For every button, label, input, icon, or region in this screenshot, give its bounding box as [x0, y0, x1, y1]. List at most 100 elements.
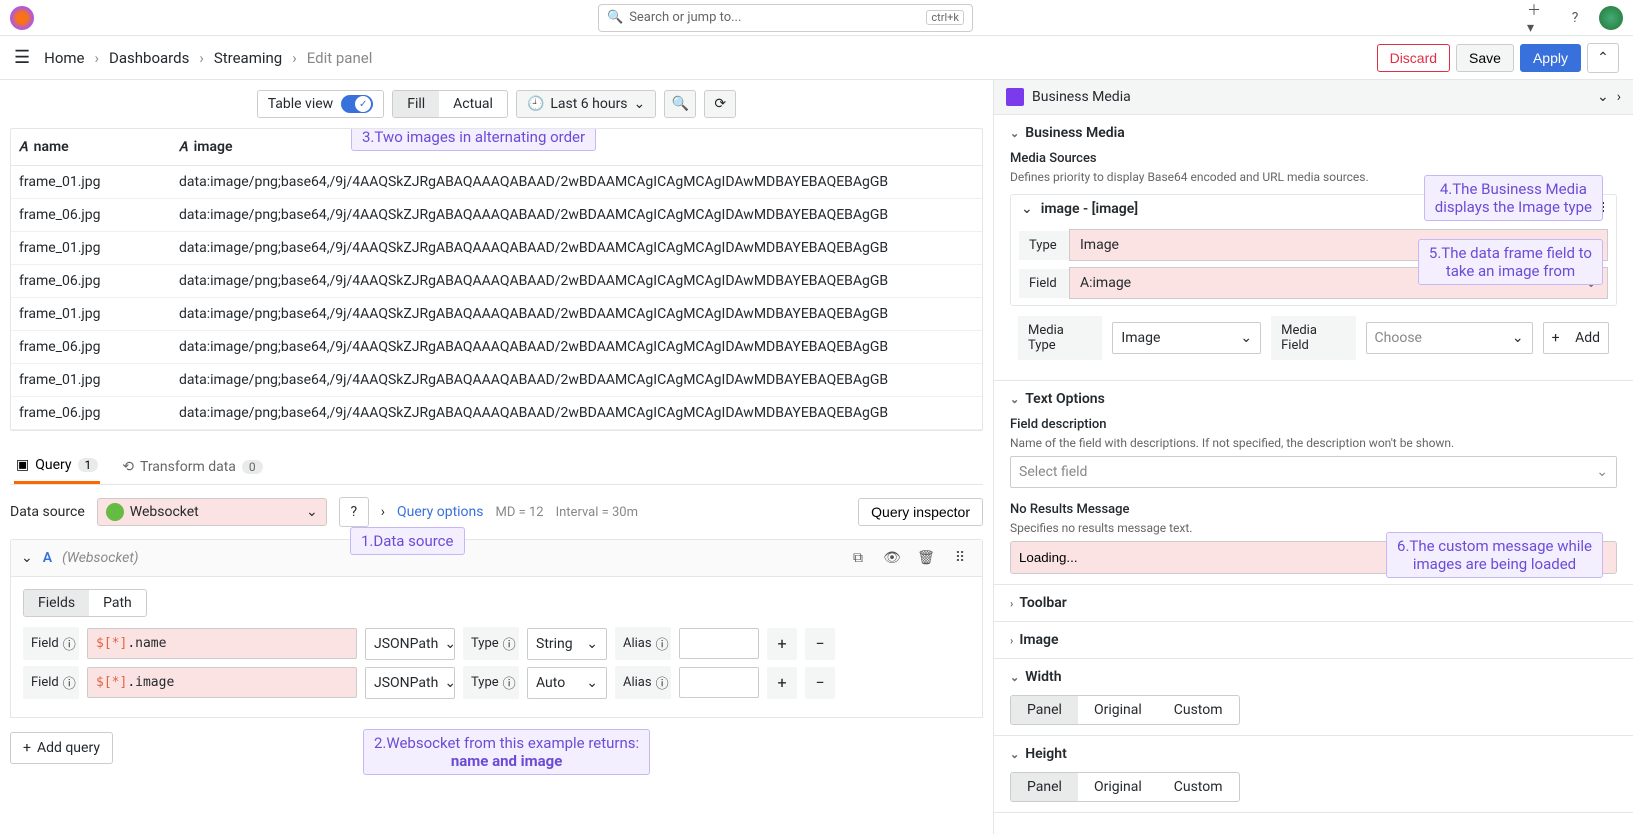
media-type-select[interactable]: Image⌄: [1112, 322, 1261, 354]
type-select-1[interactable]: String⌄: [527, 628, 607, 660]
media-field-label: Media Field: [1271, 316, 1355, 360]
parser-select-2[interactable]: JSONPath⌄: [365, 667, 455, 699]
alias-input-1[interactable]: [679, 628, 759, 659]
add-field-1[interactable]: +: [767, 628, 797, 660]
table-row: frame_06.jpgdata:image/png;base64,/9j/4A…: [11, 331, 982, 364]
cell-name: frame_06.jpg: [11, 397, 171, 429]
drag-handle-icon[interactable]: ⠿: [948, 546, 972, 570]
height-original[interactable]: Original: [1078, 773, 1158, 801]
search-kbd: ctrl+k: [926, 10, 964, 25]
add-field-2[interactable]: +: [767, 667, 797, 699]
time-range-picker[interactable]: 🕘 Last 6 hours ⌄: [516, 90, 656, 118]
table-view-toggle-group: Table view: [257, 90, 385, 118]
chevron-down-icon[interactable]: ⌄: [1597, 89, 1609, 105]
add-media-button[interactable]: + Add: [1543, 322, 1609, 354]
visualization-icon: [1006, 88, 1024, 106]
annotation-2: 2.Websocket from this example returns:na…: [363, 729, 650, 775]
table-view-label: Table view: [268, 96, 334, 112]
cell-name: frame_06.jpg: [11, 199, 171, 231]
duplicate-icon[interactable]: ⧉: [846, 546, 870, 570]
user-avatar[interactable]: [1599, 6, 1623, 30]
app-logo[interactable]: [10, 6, 34, 30]
tab-query[interactable]: ▣ Query 1: [14, 449, 100, 484]
height-panel[interactable]: Panel: [1011, 773, 1078, 801]
query-inspector-button[interactable]: Query inspector: [858, 498, 983, 526]
cell-image: data:image/png;base64,/9j/4AAQSkZJRgABAQ…: [171, 331, 982, 363]
remove-field-2[interactable]: −: [805, 667, 835, 699]
search-placeholder: Search or jump to...: [629, 10, 741, 25]
field-label: Fieldⓘ: [23, 666, 79, 699]
width-custom[interactable]: Custom: [1158, 696, 1239, 724]
field-desc-label: Field description: [1010, 417, 1617, 432]
section-image[interactable]: ›Image: [1010, 632, 1617, 648]
crumb-home[interactable]: Home: [44, 49, 84, 67]
parser-select-1[interactable]: JSONPath⌄: [365, 628, 455, 660]
field-input-2[interactable]: $[*].image: [87, 667, 357, 698]
menu-toggle[interactable]: ☰: [14, 47, 30, 68]
section-height[interactable]: ⌄Height: [1010, 746, 1617, 762]
zoom-out-icon: 🔍: [672, 96, 689, 112]
apply-button[interactable]: Apply: [1520, 44, 1581, 72]
discard-button[interactable]: Discard: [1377, 44, 1450, 72]
field-desc-select[interactable]: Select field⌄: [1010, 456, 1617, 488]
add-query-button[interactable]: + Add query: [10, 732, 113, 764]
table-view-toggle[interactable]: [341, 95, 373, 113]
plus-icon: +: [23, 740, 31, 756]
cell-image: data:image/png;base64,/9j/4AAQSkZJRgABAQ…: [171, 265, 982, 297]
subtab-fields[interactable]: Fields: [24, 590, 89, 616]
datasource-label: Data source: [10, 504, 85, 520]
type-label: Typeⓘ: [463, 666, 519, 699]
transform-icon: ⟲: [122, 459, 134, 475]
add-menu[interactable]: ＋ ▾: [1527, 6, 1551, 30]
section-business-media[interactable]: ⌄Business Media: [1010, 125, 1617, 141]
height-custom[interactable]: Custom: [1158, 773, 1239, 801]
alias-input-2[interactable]: [679, 667, 759, 698]
toggle-visibility-icon[interactable]: 👁: [880, 546, 904, 570]
cell-name: frame_06.jpg: [11, 331, 171, 363]
chevron-right-icon[interactable]: ›: [1617, 89, 1621, 105]
section-toolbar[interactable]: ›Toolbar: [1010, 595, 1617, 611]
nrm-label: No Results Message: [1010, 502, 1617, 517]
chevron-down-icon: ⌄: [306, 504, 318, 520]
cell-image: data:image/png;base64,/9j/4AAQSkZJRgABAQ…: [171, 166, 982, 198]
annotation-1: 1.Data source: [350, 527, 465, 555]
refresh-icon: ⟳: [714, 96, 726, 112]
query-a-header[interactable]: ⌄ A (Websocket) ⧉ 👁 🗑 ⠿: [10, 539, 983, 577]
zoom-out-button[interactable]: 🔍: [664, 90, 696, 118]
refresh-button[interactable]: ⟳: [704, 90, 736, 118]
help-icon[interactable]: ?: [1563, 6, 1587, 30]
query-options-link[interactable]: Query options: [397, 504, 484, 520]
width-original[interactable]: Original: [1078, 696, 1158, 724]
search-icon: 🔍: [607, 10, 623, 25]
seg-fill[interactable]: Fill: [393, 91, 439, 117]
help-icon: ?: [350, 504, 357, 520]
collapse-sidepanel[interactable]: ⌃: [1587, 43, 1619, 73]
crumb-dashboards[interactable]: Dashboards: [109, 49, 189, 67]
text-type-icon: 𝐴: [179, 140, 188, 155]
chevron-down-icon[interactable]: ⌄: [1021, 201, 1033, 217]
delete-icon[interactable]: 🗑: [914, 546, 938, 570]
remove-field-1[interactable]: −: [805, 628, 835, 660]
field-input-1[interactable]: $[*].name: [87, 628, 357, 659]
global-search[interactable]: 🔍 Search or jump to... ctrl+k: [598, 4, 973, 32]
section-text-options[interactable]: ⌄Text Options: [1010, 391, 1617, 407]
section-width[interactable]: ⌄Width: [1010, 669, 1617, 685]
datasource-select[interactable]: Websocket ⌄: [97, 498, 327, 526]
tab-transform[interactable]: ⟲ Transform data 0: [120, 449, 264, 484]
clock-icon: 🕘: [527, 96, 544, 112]
annotation-3: 3.Two images in alternating order: [351, 128, 596, 151]
save-button[interactable]: Save: [1456, 44, 1514, 72]
breadcrumb: Home› Dashboards› Streaming› Edit panel: [44, 49, 372, 67]
table-row: frame_06.jpgdata:image/png;base64,/9j/4A…: [11, 199, 982, 232]
panel-type-name: Business Media: [1032, 89, 1131, 105]
width-panel[interactable]: Panel: [1011, 696, 1078, 724]
subtab-path[interactable]: Path: [89, 590, 146, 616]
plus-icon: +: [1552, 330, 1560, 346]
crumb-streaming[interactable]: Streaming: [214, 49, 282, 67]
type-select-2[interactable]: Auto⌄: [527, 667, 607, 699]
seg-actual[interactable]: Actual: [439, 91, 507, 117]
datasource-help[interactable]: ?: [339, 497, 369, 527]
cell-name: frame_01.jpg: [11, 364, 171, 396]
media-type-label: Media Type: [1018, 316, 1102, 360]
media-field-select[interactable]: Choose⌄: [1366, 322, 1533, 354]
